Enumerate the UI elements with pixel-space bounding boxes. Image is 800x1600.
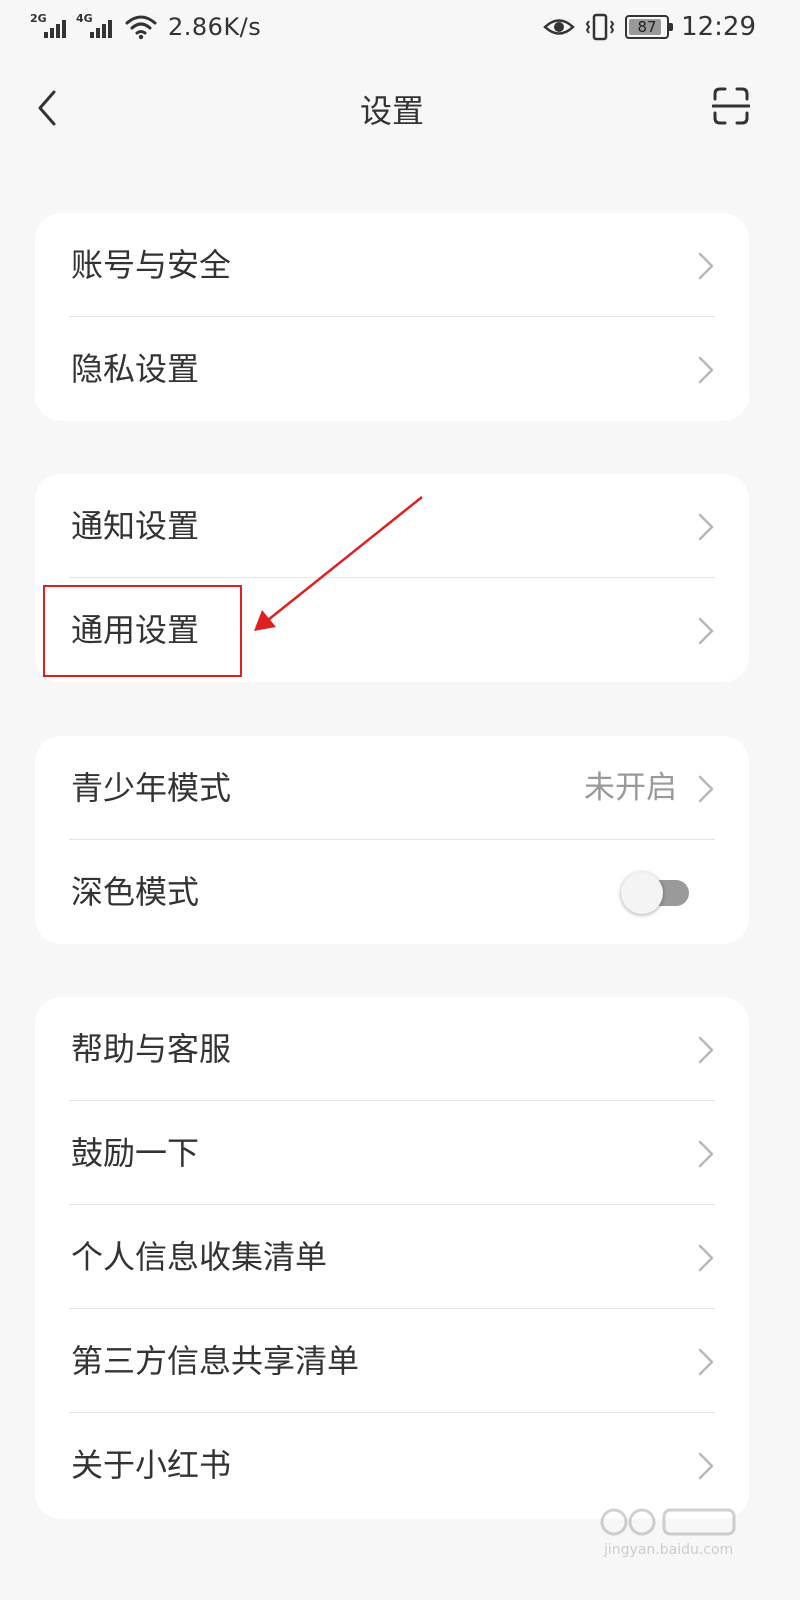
item-label: 账号与安全 — [71, 246, 232, 284]
teen-mode-item[interactable]: 青少年模式 未开启 — [35, 736, 749, 840]
notification-settings-item[interactable]: 通知设置 — [35, 474, 749, 578]
settings-screen: 2G 4G 2.86K/s 87 12:29 设置 账号与安全 隐私设置 通知设… — [0, 0, 784, 1568]
battery-icon: 87 — [625, 15, 674, 39]
item-label: 第三方信息共享清单 — [71, 1342, 360, 1380]
header: 设置 — [0, 54, 784, 158]
dark-mode-toggle[interactable] — [621, 872, 691, 914]
third-party-sharing-item[interactable]: 第三方信息共享清单 — [35, 1309, 749, 1413]
account-security-item[interactable]: 账号与安全 — [35, 213, 749, 317]
chevron-right-icon — [698, 1348, 714, 1376]
vibrate-icon — [585, 13, 615, 41]
chevron-right-icon — [698, 775, 714, 803]
eye-comfort-icon — [543, 19, 575, 35]
privacy-settings-item[interactable]: 隐私设置 — [35, 317, 749, 421]
watermark-text: jingyan.baidu.com — [604, 1542, 734, 1558]
baidu-watermark-logo: jingyan.baidu.com — [594, 1502, 744, 1558]
item-label: 通知设置 — [71, 507, 200, 545]
annotation-highlight-box — [43, 585, 242, 677]
signal-2g-icon: 2G — [30, 12, 70, 42]
personal-info-list-item[interactable]: 个人信息收集清单 — [35, 1205, 749, 1309]
encourage-item[interactable]: 鼓励一下 — [35, 1101, 749, 1205]
settings-group-mode: 青少年模式 未开启 深色模式 — [35, 736, 749, 944]
item-label: 关于小红书 — [71, 1446, 232, 1484]
item-label: 青少年模式 — [71, 769, 232, 807]
item-label: 深色模式 — [71, 873, 200, 911]
chevron-right-icon — [698, 617, 714, 645]
chevron-right-icon — [698, 1452, 714, 1480]
item-label: 隐私设置 — [71, 350, 200, 388]
battery-level: 87 — [637, 18, 657, 36]
chevron-right-icon — [698, 356, 714, 384]
chevron-right-icon — [698, 513, 714, 541]
item-label: 个人信息收集清单 — [71, 1238, 328, 1276]
chevron-right-icon — [698, 1140, 714, 1168]
chevron-right-icon — [698, 252, 714, 280]
help-service-item[interactable]: 帮助与客服 — [35, 997, 749, 1101]
wifi-icon — [125, 15, 157, 40]
chevron-right-icon — [698, 1036, 714, 1064]
item-label: 鼓励一下 — [71, 1134, 200, 1172]
clock: 12:29 — [681, 12, 756, 42]
scan-icon[interactable] — [712, 86, 750, 126]
status-bar: 2G 4G 2.86K/s 87 12:29 — [0, 0, 784, 54]
network-speed: 2.86K/s — [168, 13, 262, 41]
chevron-right-icon — [698, 1244, 714, 1272]
signal-4g-icon: 4G — [76, 12, 116, 42]
settings-group-account: 账号与安全 隐私设置 — [35, 213, 749, 421]
settings-group-about: 帮助与客服 鼓励一下 个人信息收集清单 第三方信息共享清单 关于小红书 — [35, 997, 749, 1519]
dark-mode-item: 深色模式 — [35, 840, 749, 944]
page-title: 设置 — [359, 92, 424, 130]
item-label: 帮助与客服 — [71, 1030, 232, 1068]
teen-mode-status: 未开启 — [584, 770, 677, 806]
